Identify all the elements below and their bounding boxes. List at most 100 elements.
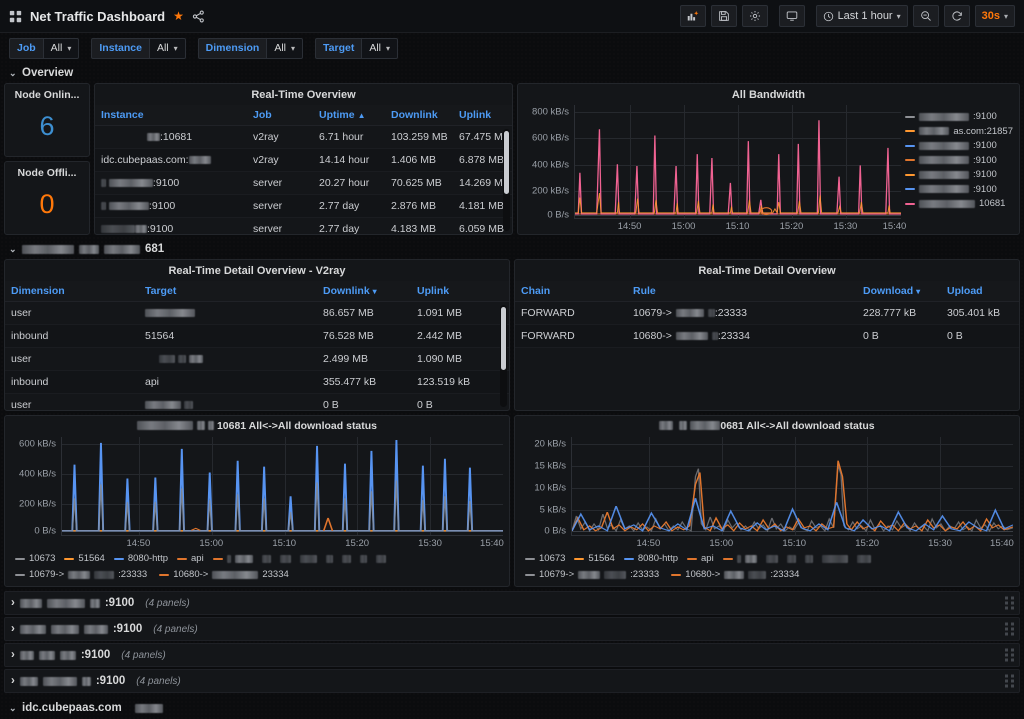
legend-item[interactable] — [722, 553, 757, 565]
legend-item[interactable]: 8080-http — [113, 553, 168, 565]
column-header-downlink[interactable]: Downlink — [385, 105, 453, 127]
table-row[interactable]: user 86.657 MB 1.091 MB — [5, 301, 509, 326]
table-scrollbar[interactable] — [500, 305, 507, 407]
legend-item[interactable] — [359, 553, 367, 565]
table-row[interactable]: inbound api 355.477 kB 123.519 kB — [5, 370, 509, 395]
column-header-dimension[interactable]: Dimension — [5, 281, 139, 303]
panel-all-bandwidth[interactable]: All Bandwidth 800 kB/s 600 kB/s 400 kB/s… — [517, 83, 1020, 235]
variable-dimension[interactable]: Dimension All ▾ — [197, 37, 304, 59]
legend-item[interactable]: 10679->:23333 10680->:23334 — [525, 569, 1011, 581]
legend-item[interactable]: api — [177, 553, 204, 565]
column-header-target[interactable]: Target — [139, 281, 317, 303]
table-row[interactable]: user 0 B 0 B — [5, 393, 509, 410]
legend-item[interactable]: :9100 — [905, 169, 1013, 180]
stat-panel-node-online[interactable]: Node Onlin... 6 — [4, 83, 90, 157]
panel-chain-detail[interactable]: Real-Time Detail Overview Chain Rule Dow… — [514, 259, 1020, 411]
column-header-download[interactable]: Download ▾ — [857, 281, 941, 303]
stat-panel-node-offline[interactable]: Node Offli... 0 — [4, 161, 90, 235]
legend-item[interactable] — [212, 553, 253, 565]
table-row[interactable]: inbound 51564 76.528 MB 2.442 MB — [5, 324, 509, 349]
refresh-interval-picker[interactable]: 30s ▾ — [974, 5, 1015, 27]
legend-item[interactable] — [299, 553, 317, 565]
column-header-job[interactable]: Job — [247, 105, 313, 127]
legend-item[interactable] — [765, 553, 778, 565]
legend-item[interactable] — [325, 553, 333, 565]
panel-download-status-right[interactable]: 0681 All<->All download status 20 kB/s 1… — [514, 415, 1020, 587]
panel-real-time-overview[interactable]: Real-Time Overview Instance Job Uptime ▲ … — [94, 83, 513, 235]
table-row[interactable]: FORWARD 10680->:23334 0 B 0 B — [515, 324, 1019, 349]
column-header-rule[interactable]: Rule — [627, 281, 857, 303]
legend-item[interactable] — [821, 553, 848, 565]
column-header-uplink[interactable]: Uplink — [411, 281, 509, 303]
row-header-collapsed-2[interactable]: › :9100 (4 panels) — [4, 617, 1020, 641]
variable-instance-value[interactable]: All ▾ — [148, 37, 186, 59]
legend-item[interactable] — [786, 553, 796, 565]
legend-item[interactable] — [804, 553, 813, 565]
legend-item[interactable]: as.com:21857 — [905, 126, 1013, 137]
legend-item[interactable]: :9100 — [905, 111, 1013, 122]
legend-item[interactable]: :9100 — [905, 184, 1013, 195]
variable-target-value[interactable]: All ▾ — [361, 37, 399, 59]
add-panel-button[interactable] — [679, 5, 706, 27]
drag-handle-icon[interactable] — [1005, 596, 1014, 610]
table-v2ray-detail[interactable]: Dimension Target Downlink ▾ Uplink user 8… — [5, 281, 509, 410]
legend-item[interactable]: :9100 — [905, 155, 1013, 166]
table-scrollbar[interactable] — [503, 129, 510, 231]
table-chain-detail[interactable]: Chain Rule Download ▾ Upload FORWARD 1067… — [515, 281, 1019, 410]
variable-instance[interactable]: Instance All ▾ — [91, 37, 186, 59]
table-row[interactable]: :9100 server 2.77 day 2.876 MB 4.181 MB — [95, 194, 512, 219]
plot-area-all-bandwidth[interactable] — [574, 105, 901, 218]
legend-item[interactable]: 51564 — [64, 553, 105, 565]
legend-item[interactable]: 8080-http — [623, 553, 678, 565]
refresh-button[interactable] — [943, 5, 970, 27]
legend-item[interactable]: 10679->:23333 10680-> 23334 — [15, 569, 501, 581]
legend-item[interactable] — [375, 553, 386, 565]
legend-item[interactable]: 10673 — [525, 553, 565, 565]
drag-handle-icon[interactable] — [1005, 648, 1014, 662]
drag-handle-icon[interactable] — [1005, 622, 1014, 636]
legend-item[interactable]: 10673 — [15, 553, 55, 565]
legend-item[interactable] — [261, 553, 271, 565]
table-row[interactable]: user 2.499 MB 1.090 MB — [5, 347, 509, 372]
legend-item[interactable]: api — [687, 553, 714, 565]
column-header-upload[interactable]: Upload — [941, 281, 1019, 303]
row-header-overview[interactable]: ⌄ Overview — [0, 63, 1024, 83]
table-row[interactable]: :10681 v2ray 6.71 hour 103.259 MB 67.475… — [95, 125, 512, 150]
plot-area-download-right[interactable] — [571, 436, 1013, 536]
share-icon[interactable] — [192, 10, 205, 23]
tv-mode-button[interactable] — [778, 5, 805, 27]
column-header-uplink[interactable]: Uplink — [453, 105, 512, 127]
column-header-uptime[interactable]: Uptime ▲ — [313, 105, 385, 127]
plot-area-download-left[interactable] — [61, 436, 503, 536]
zoom-out-time-button[interactable] — [912, 5, 939, 27]
legend-item[interactable] — [341, 553, 351, 565]
save-dashboard-button[interactable] — [710, 5, 737, 27]
table-row[interactable]: :9100 server 2.77 day 4.183 MB 6.059 MB — [95, 217, 512, 234]
column-header-downlink[interactable]: Downlink ▾ — [317, 281, 411, 303]
variable-job[interactable]: Job All ▾ — [9, 37, 80, 59]
legend-item[interactable] — [856, 553, 871, 565]
legend-item[interactable]: 51564 — [574, 553, 615, 565]
star-icon[interactable]: ★ — [173, 10, 184, 22]
column-header-instance[interactable]: Instance — [95, 105, 247, 127]
variable-dimension-value[interactable]: All ▾ — [266, 37, 304, 59]
column-header-chain[interactable]: Chain — [515, 281, 627, 303]
variable-job-value[interactable]: All ▾ — [42, 37, 80, 59]
legend-item[interactable]: :9100 — [905, 140, 1013, 151]
row-header-detail[interactable]: ⌄ 681 — [0, 239, 1024, 259]
panel-download-status-left[interactable]: 10681 All<->All download status 600 kB/s… — [4, 415, 510, 587]
table-real-time-overview[interactable]: Instance Job Uptime ▲ Downlink Uplink :10… — [95, 105, 512, 234]
table-row[interactable]: FORWARD 10679->:23333 228.777 kB 305.401… — [515, 301, 1019, 326]
row-header-idc-cubepaas[interactable]: ⌄ idc.cubepaas.com — [0, 698, 1024, 718]
variable-target[interactable]: Target All ▾ — [315, 37, 399, 59]
time-range-picker[interactable]: Last 1 hour ▾ — [815, 5, 908, 27]
table-row[interactable]: idc.cubepaas.com: v2ray 14.14 hour 1.406… — [95, 148, 512, 173]
table-row[interactable]: :9100 server 20.27 hour 70.625 MB 14.269… — [95, 171, 512, 196]
panel-v2ray-detail[interactable]: Real-Time Detail Overview - V2ray Dimens… — [4, 259, 510, 411]
row-header-collapsed-1[interactable]: › :9100 (4 panels) — [4, 591, 1020, 615]
row-header-collapsed-3[interactable]: › :9100 (4 panels) — [4, 643, 1020, 667]
row-header-collapsed-4[interactable]: › :9100 (4 panels) — [4, 669, 1020, 693]
drag-handle-icon[interactable] — [1005, 674, 1014, 688]
legend-item[interactable] — [279, 553, 291, 565]
dashboard-settings-button[interactable] — [741, 5, 768, 27]
